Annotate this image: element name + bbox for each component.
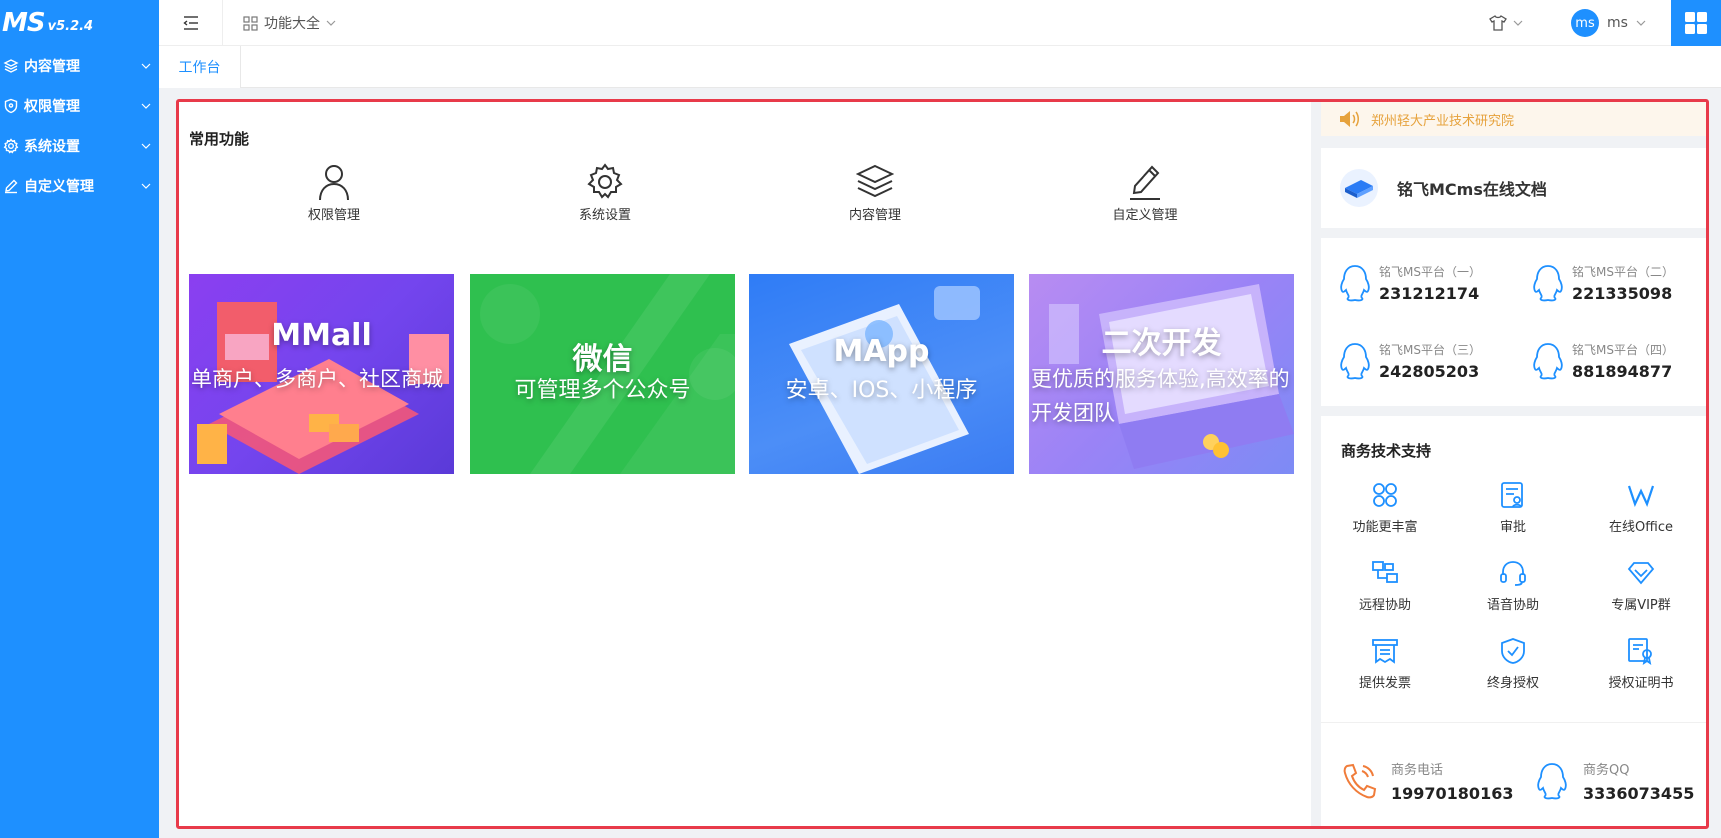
- sidebar-item-custom[interactable]: 自定义管理: [0, 166, 159, 206]
- apps-grid-icon: [1685, 12, 1707, 34]
- chevron-down-icon: [133, 63, 159, 69]
- version-label: v5.2.4: [47, 18, 94, 34]
- sidebar-item-label: 系统设置: [24, 139, 80, 155]
- tab-bar: 工作台: [159, 46, 1721, 88]
- chevron-down-icon: [1636, 20, 1646, 26]
- chevron-down-icon: [326, 20, 336, 26]
- sidebar-item-settings[interactable]: 系统设置: [0, 126, 159, 166]
- grid-menu-icon: [243, 15, 258, 31]
- menu-fold-icon: [182, 16, 198, 30]
- chevron-down-icon: [133, 103, 159, 109]
- sidebar: MS v5.2.4 内容管理 权限管理 系统设置 自定义管理: [0, 0, 159, 838]
- tab-workbench[interactable]: 工作台: [159, 46, 241, 88]
- sidebar-item-label: 自定义管理: [24, 179, 94, 195]
- avatar: ms: [1571, 9, 1599, 37]
- functions-menu[interactable]: 功能大全: [243, 0, 336, 46]
- logo[interactable]: MS v5.2.4: [0, 0, 159, 46]
- chevron-down-icon: [133, 183, 159, 189]
- gear-icon: [2, 137, 20, 155]
- sidebar-item-label: 权限管理: [24, 99, 80, 115]
- logo-text: MS: [2, 8, 46, 38]
- highlight-frame: [176, 99, 1709, 829]
- shield-icon: [2, 97, 20, 115]
- chevron-down-icon: [1513, 20, 1523, 26]
- chevron-down-icon: [133, 143, 159, 149]
- menu-toggle-button[interactable]: [159, 0, 223, 46]
- apps-button[interactable]: [1671, 0, 1721, 46]
- edit-icon: [2, 177, 20, 195]
- top-header: 功能大全 ms ms: [159, 0, 1721, 46]
- sidebar-item-permission[interactable]: 权限管理: [0, 86, 159, 126]
- theme-switcher[interactable]: [1489, 0, 1523, 46]
- shirt-icon: [1489, 15, 1507, 31]
- sidebar-item-label: 内容管理: [24, 59, 80, 75]
- user-menu[interactable]: ms ms: [1571, 0, 1646, 46]
- sidebar-item-content[interactable]: 内容管理: [0, 46, 159, 86]
- functions-label: 功能大全: [264, 16, 320, 32]
- user-name: ms: [1607, 15, 1628, 31]
- layers-icon: [2, 57, 20, 75]
